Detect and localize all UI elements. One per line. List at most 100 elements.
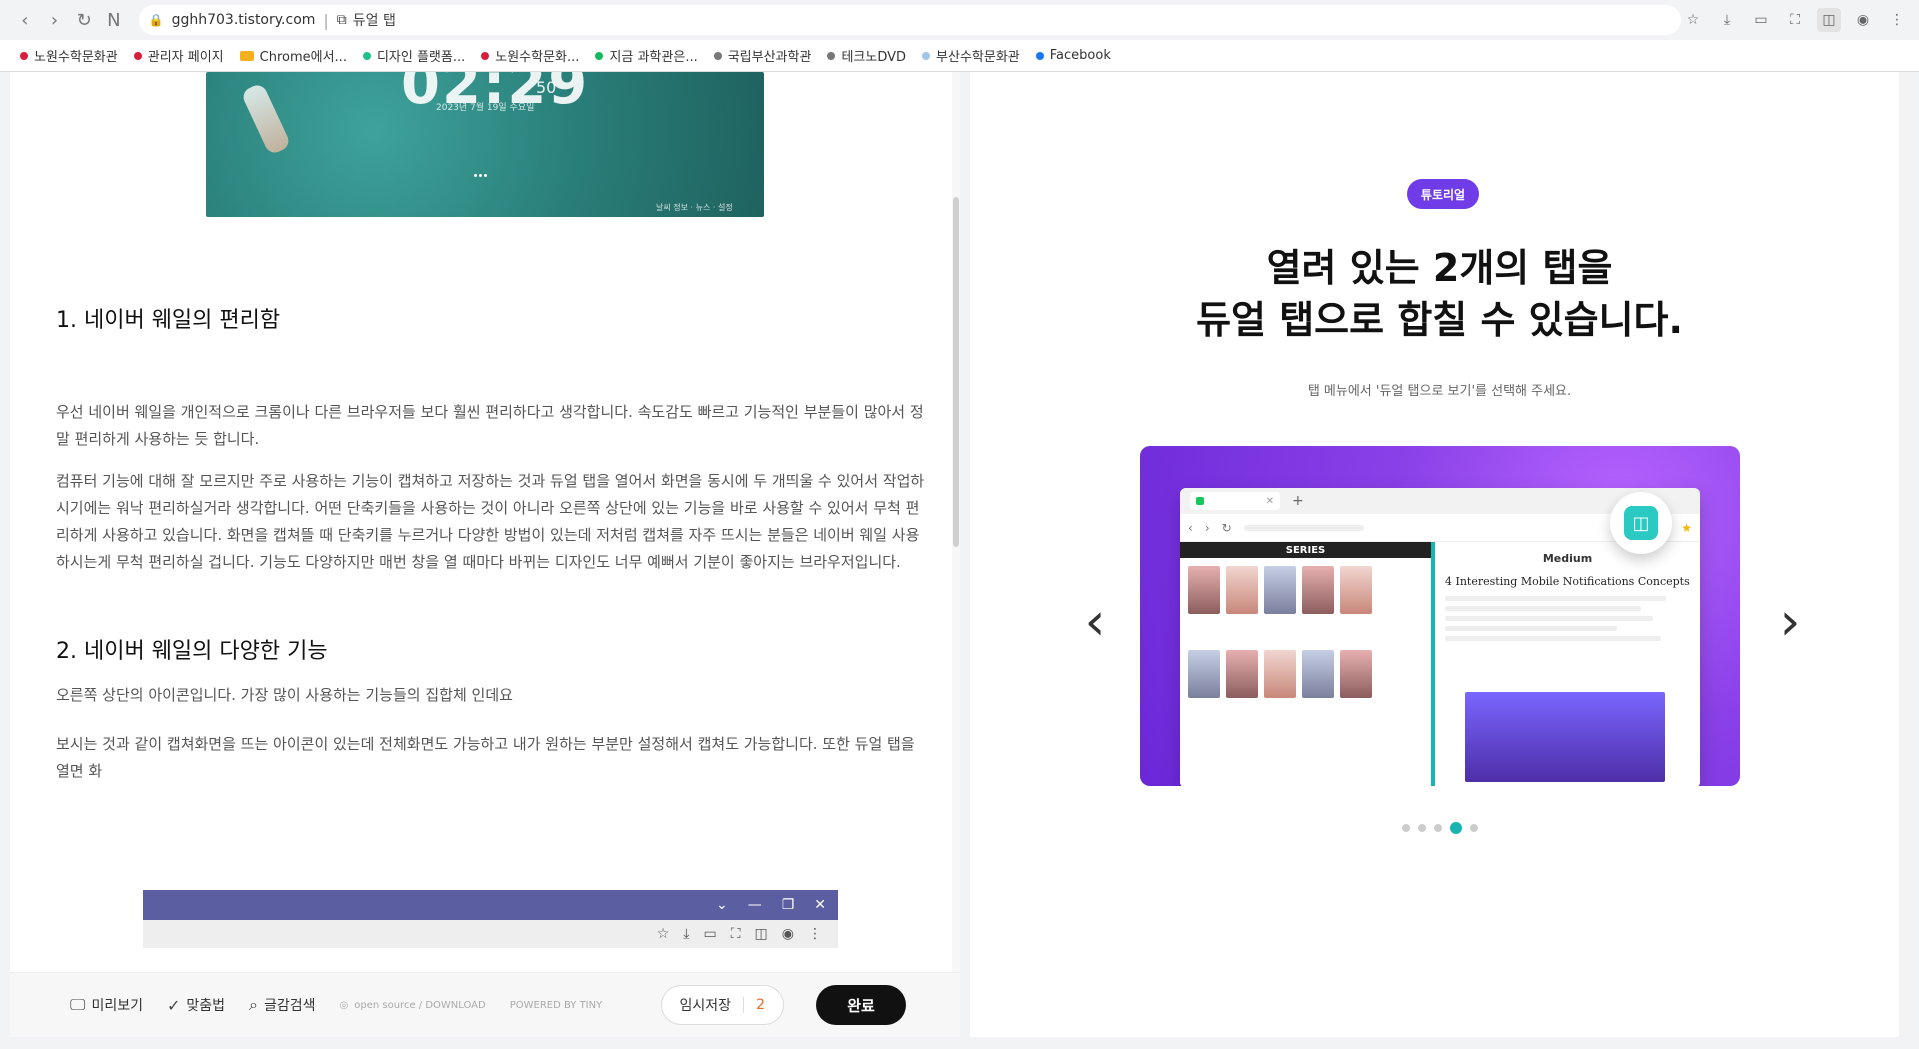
- menu-dots-icon: ⋮: [1890, 12, 1904, 28]
- bookmark-item[interactable]: 테크노DVD: [827, 46, 906, 65]
- tutorial-title: 열려 있는 2개의 탭을 듀얼 탭으로 합칠 수 있습니다.: [970, 242, 1909, 346]
- preview-button[interactable]: 🖵 미리보기: [70, 995, 143, 1015]
- bookmark-item[interactable]: 관리자 페이지: [133, 46, 224, 65]
- bookmark-label: 노원수학문화...: [495, 50, 580, 65]
- bookmark-label: Facebook: [1049, 48, 1111, 63]
- bookmark-item[interactable]: Facebook: [1035, 48, 1111, 63]
- bookmark-manager-button[interactable]: ☆: [1681, 8, 1705, 32]
- tutorial-title-line-1: 열려 있는 2개의 탭을: [1266, 246, 1613, 290]
- embedded-toolbar: ☆ ⤓ ▭ ⛶ ◫ ◉ ⋮: [143, 920, 838, 948]
- dual-tab-button[interactable]: ◫: [1817, 8, 1841, 32]
- mock-thumb: [1188, 566, 1220, 614]
- bookmark-label: 디자인 플랫폼...: [376, 50, 466, 65]
- tutorial-scrollbar[interactable]: [1899, 72, 1909, 1037]
- bookmark-label: 지금 과학관은...: [609, 50, 698, 65]
- naver-button[interactable]: N: [99, 5, 129, 35]
- capture-window-button[interactable]: ▭: [1749, 8, 1773, 32]
- reload-button[interactable]: ↻: [69, 5, 99, 35]
- paragraph-3: 오른쪽 상단의 아이콘입니다. 가장 많이 사용하는 기능들의 집합체 인데요: [56, 686, 513, 704]
- bookmark-item[interactable]: 지금 과학관은...: [595, 46, 698, 65]
- favicon-icon: [481, 51, 490, 60]
- lock-icon: 🔒: [148, 13, 164, 27]
- paragraph-2: 컴퓨터 기능에 대해 잘 모르지만 주로 사용하는 기능이 캡쳐하고 저장하는 …: [56, 472, 925, 571]
- back-button[interactable]: ‹: [10, 5, 40, 35]
- mock-article-image: [1465, 692, 1665, 782]
- publish-button[interactable]: 완료: [816, 985, 906, 1025]
- powered-label: POWERED BY TINY: [509, 999, 603, 1011]
- forward-button[interactable]: ›: [40, 5, 70, 35]
- next-slide-button[interactable]: ›: [1770, 592, 1810, 652]
- tutorial-subtitle: 탭 메뉴에서 '듀얼 탭으로 보기'를 선택해 주세요.: [1307, 384, 1572, 399]
- bookmark-item[interactable]: 부산수학문화관: [922, 46, 1020, 65]
- embedded-screenshot: ⌄ — ❐ ✕ ☆ ⤓ ▭ ⛶ ◫ ◉ ⋮: [143, 890, 838, 960]
- mock-medium-logo: Medium: [1542, 552, 1593, 565]
- mock-series-header: SERIES: [1180, 542, 1431, 558]
- profile-button[interactable]: ◉: [1851, 8, 1875, 32]
- tutorial-pane: 튜토리얼 열려 있는 2개의 탭을 듀얼 탭으로 합칠 수 있습니다. 탭 메뉴…: [970, 72, 1909, 1037]
- favicon-icon: [362, 51, 371, 60]
- mock-tab: ✕: [1190, 492, 1280, 510]
- reload-icon: ↻: [76, 9, 92, 31]
- favicon-icon: [595, 51, 604, 60]
- pager-dot[interactable]: [1401, 824, 1410, 832]
- chevron-right-icon: ›: [1779, 592, 1801, 652]
- mock-thumb: [1226, 650, 1258, 698]
- material-search-button[interactable]: ⌕ 글감검색: [249, 995, 316, 1015]
- favicon-icon: [922, 51, 931, 60]
- dual-tab-indicator[interactable]: ⧉ 듀얼 탭: [337, 10, 396, 30]
- mock-article-title: 4 Interesting Mobile Notifications Conce…: [1445, 575, 1690, 588]
- screenshot-button[interactable]: ⛶: [1783, 8, 1807, 32]
- bookmark-item[interactable]: 노원수학문화관: [20, 46, 118, 65]
- url-text: gghh703.tistory.com: [171, 12, 316, 28]
- naver-icon: N: [107, 9, 121, 31]
- pager-dot[interactable]: [1469, 824, 1478, 832]
- preview-label: 미리보기: [91, 998, 143, 1014]
- embedded-download-icon: ⤓: [683, 926, 690, 942]
- bookmark-item[interactable]: 디자인 플랫폼...: [362, 46, 466, 65]
- pager-dot[interactable]: [1433, 824, 1442, 832]
- bookmark-item[interactable]: 노원수학문화...: [481, 46, 579, 65]
- window-icon: ▭: [1754, 12, 1768, 28]
- profile-icon: ◉: [1856, 12, 1870, 28]
- editor-content: 02:29 50 2023년 7월 19일 수요일 날씨 정보 · 뉴스 · 설…: [10, 72, 950, 972]
- bookmark-label: 테크노DVD: [841, 50, 907, 65]
- folder-icon: [239, 50, 254, 61]
- mock-thumb: [1302, 566, 1334, 614]
- spell-check-button[interactable]: ✓ 맞춤법: [167, 995, 225, 1015]
- hero-date: 2023년 7월 19일 수요일: [436, 103, 535, 113]
- address-bar[interactable]: 🔒 gghh703.tistory.com | ⧉ 듀얼 탭: [138, 5, 1681, 35]
- embedded-window-icon: ▭: [703, 926, 717, 942]
- mock-forward-icon: ›: [1204, 520, 1210, 535]
- draft-count: 2: [743, 997, 765, 1013]
- bookmark-label: 관리자 페이지: [147, 50, 224, 65]
- editor-pane: 02:29 50 2023년 7월 19일 수요일 날씨 정보 · 뉴스 · 설…: [10, 72, 960, 1037]
- pager-dot-active[interactable]: [1449, 822, 1462, 834]
- editor-scrollbar-thumb[interactable]: [953, 197, 959, 547]
- dual-tab-feature-icon: ◫: [1610, 492, 1672, 554]
- monitor-icon: 🖵: [70, 995, 86, 1014]
- mock-split-view: SERIES Medium 4 Interesting Mobile Notif…: [1180, 542, 1700, 786]
- editor-scrollbar[interactable]: [952, 72, 960, 972]
- mock-thumb: [1264, 650, 1296, 698]
- menu-button[interactable]: ⋮: [1885, 8, 1909, 32]
- opensource-link[interactable]: ◎ open source / DOWNLOAD: [340, 1000, 486, 1011]
- mock-thumb: [1226, 566, 1258, 614]
- favicon-icon: [713, 51, 722, 60]
- address-separator: |: [323, 10, 329, 30]
- prev-slide-button[interactable]: ‹: [1075, 592, 1115, 652]
- embedded-bookmark-icon: ☆: [656, 926, 670, 942]
- chevron-left-icon: ‹: [1084, 592, 1106, 652]
- bookmark-item[interactable]: Chrome에서...: [239, 46, 347, 65]
- pager-dot[interactable]: [1417, 824, 1426, 832]
- draft-save-label: 임시저장: [679, 998, 732, 1014]
- hero-pager: [474, 162, 494, 177]
- bookmark-item[interactable]: 국립부산과학관: [713, 46, 811, 65]
- download-button[interactable]: ⤓: [1715, 8, 1739, 32]
- paragraph-4: 보시는 것과 같이 캡쳐화면을 뜨는 아이콘이 있는데 전체화면도 가능하고 내…: [56, 735, 915, 780]
- mock-thumb: [1302, 650, 1334, 698]
- publish-label: 완료: [847, 996, 875, 1015]
- back-icon: ‹: [21, 9, 29, 31]
- embedded-profile-icon: ◉: [781, 926, 794, 942]
- screenshot-icon: ⛶: [1790, 12, 1800, 28]
- draft-save-button[interactable]: 임시저장 2: [660, 985, 784, 1025]
